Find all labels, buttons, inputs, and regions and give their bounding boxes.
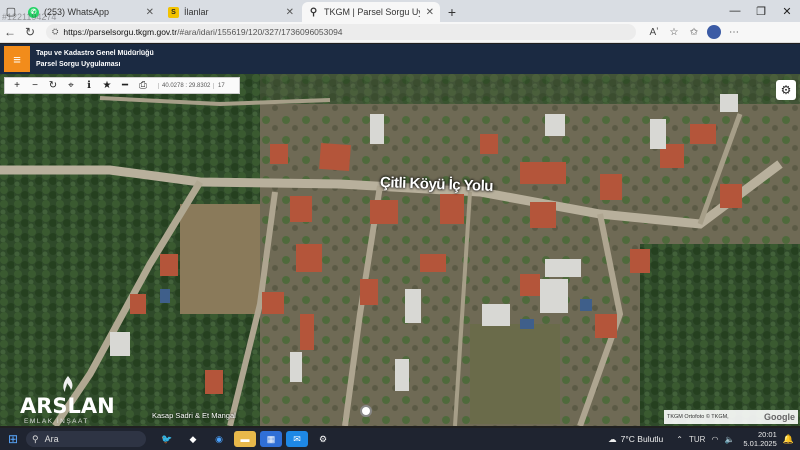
window-controls: — ❐ ✕ — [722, 0, 800, 22]
volume-icon[interactable]: 🔈 — [724, 435, 734, 444]
close-icon[interactable]: ✕ — [280, 7, 294, 18]
mail-icon[interactable]: ✉ — [286, 431, 308, 447]
app-header: ≡ Tapu ve Kadastro Genel Müdürlüğü Parse… — [0, 44, 800, 74]
tab-title: İlanlar — [184, 7, 209, 17]
menu-button[interactable]: ≡ — [4, 46, 30, 72]
flame-logo-icon — [63, 376, 73, 392]
language[interactable]: TUR — [689, 435, 705, 444]
url-input[interactable]: ⛭ https://parselsorgu.tkgm.gov.tr/#ara/i… — [46, 24, 636, 40]
url-domain: https://parselsorgu.tkgm.gov.tr — [63, 27, 178, 37]
refresh-icon[interactable]: ↻ — [44, 80, 62, 91]
watermark-number: #1221194274 — [2, 12, 57, 22]
print-icon[interactable]: ⎙ — [134, 80, 152, 91]
weather-widget[interactable]: ☁ 7°C Bulutlu — [608, 434, 663, 445]
tab-ilanlar[interactable]: S İlanlar ✕ — [162, 2, 300, 22]
hamburger-icon: ≡ — [13, 51, 21, 67]
time: 20:01 — [758, 430, 777, 439]
satellite-map[interactable] — [0, 74, 800, 426]
address-actions: Aʼ ☆ ✩ ⋯ — [644, 25, 744, 39]
copilot-icon[interactable]: ◆ — [182, 431, 204, 447]
widgets-bird-icon[interactable]: 🐦 — [156, 431, 178, 447]
attribution-text: TKGM Ortofoto © TKGM, — [667, 414, 729, 420]
minimize-icon[interactable]: — — [722, 5, 748, 17]
windows-taskbar: ⊞ ⚲ Ara 🐦 ◆ ◉ ▬ ▦ ✉ ⚙ ☁ 7°C Bulutlu ⌃ TU… — [0, 428, 800, 450]
google-logo: Google — [764, 412, 795, 422]
favorite-star-icon[interactable]: ☆ — [664, 27, 684, 38]
profile-avatar[interactable] — [707, 25, 721, 39]
edge-icon[interactable]: ◉ — [208, 431, 230, 447]
temperature: 7°C — [620, 434, 635, 444]
logo-subtitle: EMLAK İNŞAAT — [24, 418, 89, 425]
close-icon[interactable]: ✕ — [140, 7, 154, 18]
date: 5.01.2025 — [743, 439, 777, 448]
more-icon[interactable]: ⋯ — [724, 27, 744, 38]
logo-name: ARSLAN — [20, 394, 115, 418]
info-icon[interactable]: ℹ — [80, 80, 98, 91]
app-icon[interactable]: ⚙ — [312, 431, 334, 447]
satellite-imagery — [0, 74, 800, 426]
zoom-out-icon[interactable]: − — [26, 80, 44, 91]
taskbar-search[interactable]: ⚲ Ara — [26, 431, 146, 447]
arslan-logo: ARSLAN EMLAK İNŞAAT — [16, 376, 120, 426]
chevron-up-icon[interactable]: ⌃ — [676, 435, 683, 444]
taskbar-apps: 🐦 ◆ ◉ ▬ ▦ ✉ ⚙ — [154, 431, 336, 447]
search-label: Ara — [44, 434, 59, 444]
site-info-icon[interactable]: ⛭ — [52, 27, 58, 37]
reload-button[interactable]: ↻ — [20, 25, 40, 39]
zoom-level-readout: 17 — [213, 82, 233, 89]
cloud-icon: ☁ — [608, 433, 617, 444]
coordinate-readout: 40.0278 : 29.8302 — [158, 82, 213, 89]
wifi-icon[interactable]: ◠ — [711, 435, 718, 444]
browser-tab-strip: ▢ ✆ (253) WhatsApp ✕ S İlanlar ✕ ⚲ TKGM … — [0, 0, 800, 22]
map-settings-button[interactable]: ⚙ — [776, 80, 796, 100]
clock[interactable]: 20:01 5.01.2025 — [743, 430, 776, 448]
read-aloud-icon[interactable]: Aʼ — [644, 27, 664, 38]
locate-icon[interactable]: ⌖ — [62, 80, 80, 91]
store-icon[interactable]: ▦ — [260, 431, 282, 447]
tab-tkgm[interactable]: ⚲ TKGM | Parsel Sorgu Uygulaması ✕ — [302, 2, 440, 22]
url-path: /#ara/idari/155619/120/327/1736096053094 — [177, 27, 343, 37]
file-explorer-icon[interactable]: ▬ — [234, 431, 256, 447]
map-pin-icon[interactable] — [360, 405, 372, 417]
new-tab-button[interactable]: + — [442, 2, 462, 22]
close-window-icon[interactable]: ✕ — [774, 5, 800, 18]
map-toolbar: + − ↻ ⌖ ℹ ★ ━ ⎙ 40.0278 : 29.8302 17 — [4, 77, 240, 94]
favorites-icon[interactable]: ✩ — [684, 27, 704, 38]
back-button[interactable]: ← — [0, 25, 20, 39]
weather-text: Bulutlu — [637, 434, 664, 444]
poi-label: Kasap Sadri & Et Mangal — [152, 411, 236, 420]
favorite-icon[interactable]: ★ — [98, 80, 116, 91]
system-tray: ⌃ TUR ◠ 🔈 — [673, 435, 737, 444]
org-name: Tapu ve Kadastro Genel Müdürlüğü — [36, 50, 154, 57]
address-bar-row: ← ↻ ⛭ https://parselsorgu.tkgm.gov.tr/#a… — [0, 22, 800, 43]
notification-icon[interactable]: 🔔 — [783, 434, 794, 445]
measure-icon[interactable]: ━ — [116, 80, 134, 91]
tab-title: TKGM | Parsel Sorgu Uygulaması — [324, 7, 420, 17]
location-pin-icon: ⚲ — [309, 6, 318, 18]
gear-icon: ⚙ — [780, 83, 792, 97]
search-icon: ⚲ — [32, 433, 39, 444]
app-name: Parsel Sorgu Uygulaması — [36, 61, 121, 68]
app-title-block: Tapu ve Kadastro Genel Müdürlüğü Parsel … — [36, 48, 154, 70]
start-button[interactable]: ⊞ — [0, 432, 26, 446]
zoom-in-icon[interactable]: + — [8, 80, 26, 91]
map-attribution: TKGM Ortofoto © TKGM, Google — [664, 410, 798, 424]
maximize-icon[interactable]: ❐ — [748, 5, 774, 18]
close-icon[interactable]: ✕ — [420, 7, 434, 18]
s-app-icon: S — [168, 6, 179, 18]
